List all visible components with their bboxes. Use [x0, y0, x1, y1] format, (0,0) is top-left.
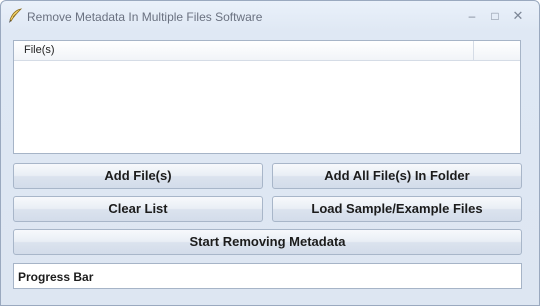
window-title: Remove Metadata In Multiple Files Softwa… [27, 10, 263, 24]
progress-bar-label: Progress Bar [18, 270, 94, 284]
title-bar[interactable]: Remove Metadata In Multiple Files Softwa… [1, 1, 539, 31]
file-list-header: File(s) [14, 41, 520, 61]
clear-list-button[interactable]: Clear List [13, 196, 263, 222]
progress-bar: Progress Bar [13, 263, 522, 289]
app-window: Remove Metadata In Multiple Files Softwa… [0, 0, 540, 306]
minimize-button[interactable]: – [462, 8, 482, 24]
add-folder-button[interactable]: Add All File(s) In Folder [272, 163, 522, 189]
add-files-button[interactable]: Add File(s) [13, 163, 263, 189]
quill-pen-icon [9, 8, 23, 23]
load-sample-button[interactable]: Load Sample/Example Files [272, 196, 522, 222]
maximize-button[interactable]: □ [485, 8, 505, 24]
column-header-files[interactable]: File(s) [14, 41, 474, 60]
start-removing-button[interactable]: Start Removing Metadata [13, 229, 522, 255]
close-button[interactable]: ✕ [508, 8, 528, 24]
file-list[interactable]: File(s) [13, 40, 521, 154]
